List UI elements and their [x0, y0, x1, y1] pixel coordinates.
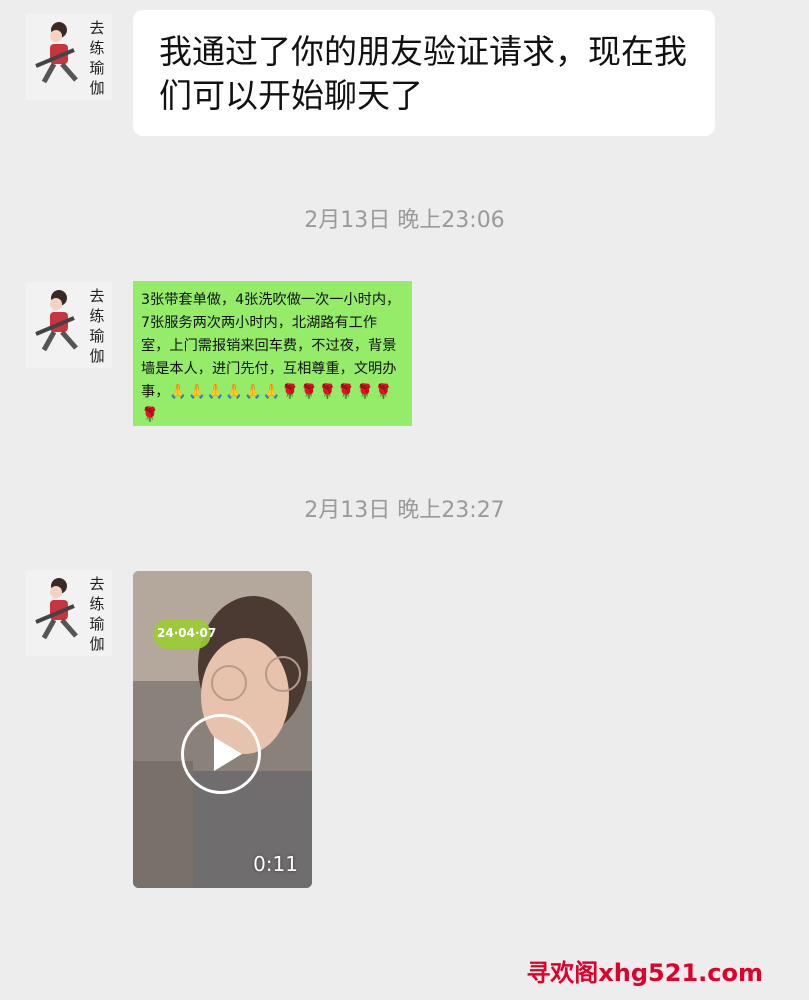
play-icon[interactable]	[181, 714, 261, 794]
message-bubble-image[interactable]: 3张带套单做，4张洗吹做一次一小时内，7张服务两次两小时内，北湖路有工作室，上门…	[133, 281, 412, 426]
timestamp: 2月13日 晚上23:27	[304, 498, 505, 523]
timestamp-sticker: 24·04·07	[153, 619, 216, 649]
contact-avatar[interactable]: 去练瑜伽	[26, 282, 112, 368]
contact-avatar[interactable]: 去练瑜伽	[26, 14, 112, 100]
contact-name-vertical: 去练瑜伽	[89, 575, 105, 653]
contact-avatar[interactable]: 去练瑜伽	[26, 570, 112, 656]
video-duration: 0:11	[253, 852, 298, 876]
timestamp: 2月13日 晚上23:06	[304, 208, 505, 233]
contact-name-vertical: 去练瑜伽	[89, 287, 105, 365]
video-message[interactable]: 24·04·07 0:11	[133, 571, 312, 888]
message-bubble-system[interactable]: 我通过了你的朋友验证请求，现在我们可以开始聊天了	[133, 10, 715, 136]
message-text: 我通过了你的朋友验证请求，现在我们可以开始聊天了	[159, 32, 687, 115]
emoji-row: 🙏🙏🙏🙏🙏🙏🌹🌹🌹🌹🌹🌹🌹	[141, 384, 394, 423]
watermark-text: 寻欢阁xhg521.com	[526, 959, 763, 987]
contact-name-vertical: 去练瑜伽	[89, 19, 105, 97]
